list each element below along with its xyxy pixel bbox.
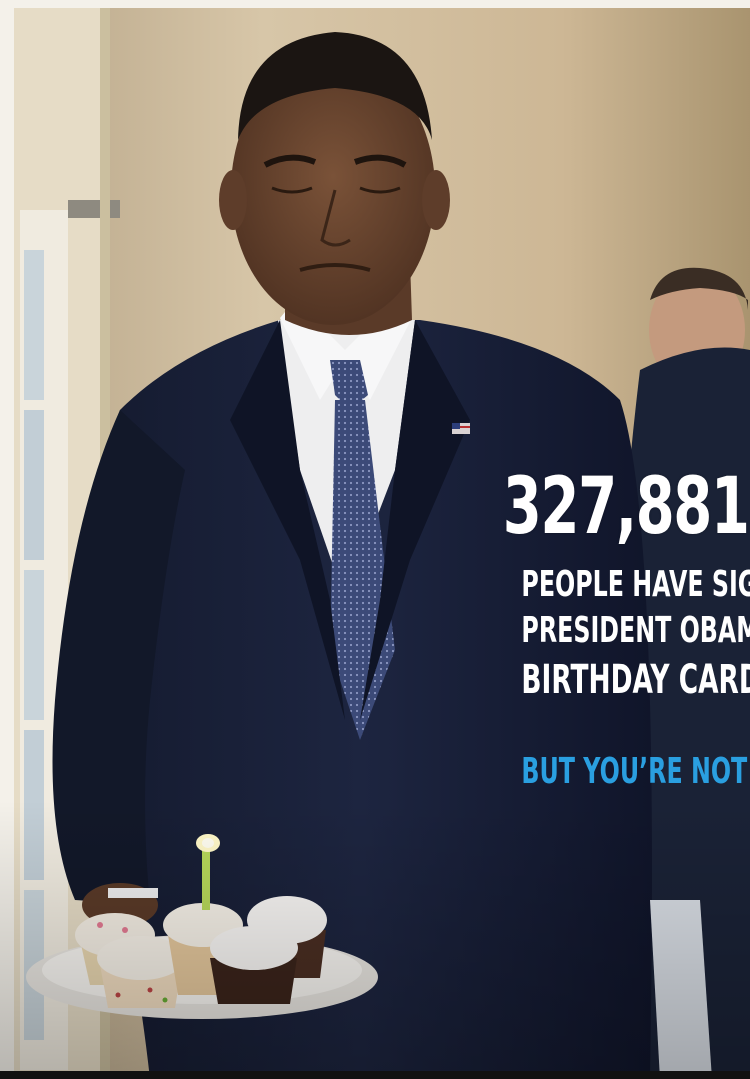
signature-count: 327,881 bbox=[502, 462, 750, 552]
tagline: BUT YOU’RE NOT ONE OF THEM bbox=[521, 751, 750, 792]
headline-line-2: PRESIDENT OBAMA’S bbox=[521, 610, 750, 651]
headline-line-1: PEOPLE HAVE SIGNED bbox=[521, 564, 750, 605]
birthday-card-poster: 327,881 PEOPLE HAVE SIGNED PRESIDENT OBA… bbox=[0, 0, 750, 1079]
headline-line-3: BIRTHDAY CARD bbox=[521, 657, 750, 703]
card-headline-block: 327,881 PEOPLE HAVE SIGNED PRESIDENT OBA… bbox=[416, 452, 750, 794]
